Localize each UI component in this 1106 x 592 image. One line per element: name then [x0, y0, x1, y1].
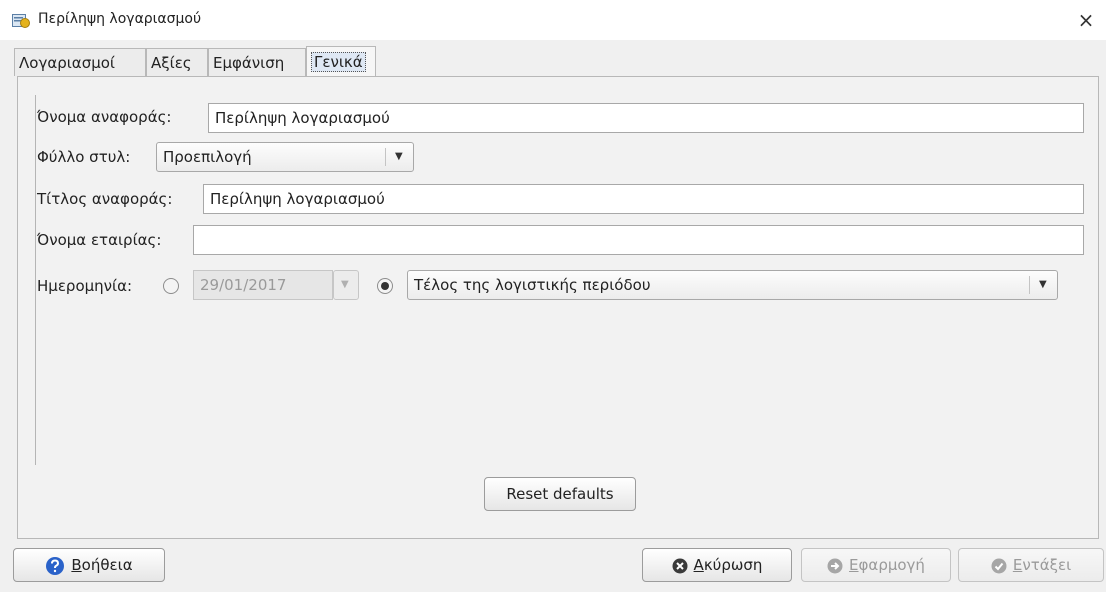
stylesheet-value: Προεπιλογή	[163, 148, 252, 166]
tab-accounts[interactable]: Λογαριασμοί	[14, 48, 146, 76]
apply-mnemonic: Ε	[849, 556, 859, 574]
cancel-icon	[672, 558, 688, 573]
company-name-label: Όνομα εταιρίας:	[37, 231, 162, 249]
tab-label: Εμφάνιση	[213, 54, 285, 72]
company-name-input[interactable]	[193, 225, 1084, 255]
apply-icon	[827, 558, 843, 573]
title-bar: Περίληψη λογαριασμού ×	[0, 0, 1106, 40]
help-button[interactable]: Βοήθεια	[13, 548, 165, 582]
tab-label: Αξίες	[151, 54, 192, 72]
tab-label: Λογαριασμοί	[19, 54, 115, 72]
cancel-label: κύρωση	[703, 556, 763, 574]
report-title-input[interactable]: Περίληψη λογαριασμού	[203, 184, 1084, 214]
relative-date-value: Τέλος της λογιστικής περιόδου	[414, 276, 651, 294]
tab-appearance[interactable]: Εμφάνιση	[208, 48, 306, 76]
date-label: Ημερομηνία:	[37, 277, 133, 295]
date-input[interactable]: 29/01/2017	[193, 270, 333, 300]
close-button[interactable]: ×	[1074, 8, 1098, 32]
reset-defaults-button[interactable]: Reset defaults	[484, 477, 636, 511]
ok-label: ντάξει	[1022, 556, 1072, 574]
ok-button[interactable]: Εντάξει	[958, 548, 1104, 582]
cancel-button[interactable]: Ακύρωση	[642, 548, 792, 582]
window-title: Περίληψη λογαριασμού	[38, 11, 202, 27]
tab-values[interactable]: Αξίες	[146, 48, 208, 76]
help-mnemonic: Β	[71, 556, 82, 574]
absolute-date-radio[interactable]	[163, 278, 179, 294]
help-label: οήθεια	[81, 556, 133, 574]
relative-date-select[interactable]: Τέλος της λογιστικής περιόδου ▼	[407, 270, 1058, 300]
ok-mnemonic: Ε	[1012, 556, 1023, 574]
stylesheet-select[interactable]: Προεπιλογή ▼	[156, 142, 414, 172]
chevron-down-icon: ▼	[395, 151, 403, 162]
report-icon	[12, 14, 30, 28]
ok-icon	[991, 558, 1007, 573]
chevron-down-icon: ▼	[341, 279, 349, 290]
report-name-label: Όνομα αναφοράς:	[37, 108, 172, 126]
tab-label: Γενικά	[311, 52, 366, 72]
stylesheet-label: Φύλλο στυλ:	[37, 148, 131, 166]
combo-separator	[1029, 276, 1030, 294]
date-picker-button[interactable]: ▼	[333, 270, 359, 300]
tab-general[interactable]: Γενικά	[306, 46, 376, 76]
apply-button[interactable]: Εφαρμογή	[801, 548, 951, 582]
divider	[35, 95, 36, 465]
chevron-down-icon: ▼	[1039, 279, 1047, 290]
cancel-mnemonic: Α	[693, 556, 704, 574]
report-title-label: Τίτλος αναφοράς:	[37, 190, 173, 208]
apply-label: φαρμογή	[858, 556, 925, 574]
relative-date-radio[interactable]	[377, 278, 393, 294]
report-name-input[interactable]: Περίληψη λογαριασμού	[208, 103, 1084, 133]
combo-separator	[385, 148, 386, 166]
help-icon	[46, 556, 65, 575]
